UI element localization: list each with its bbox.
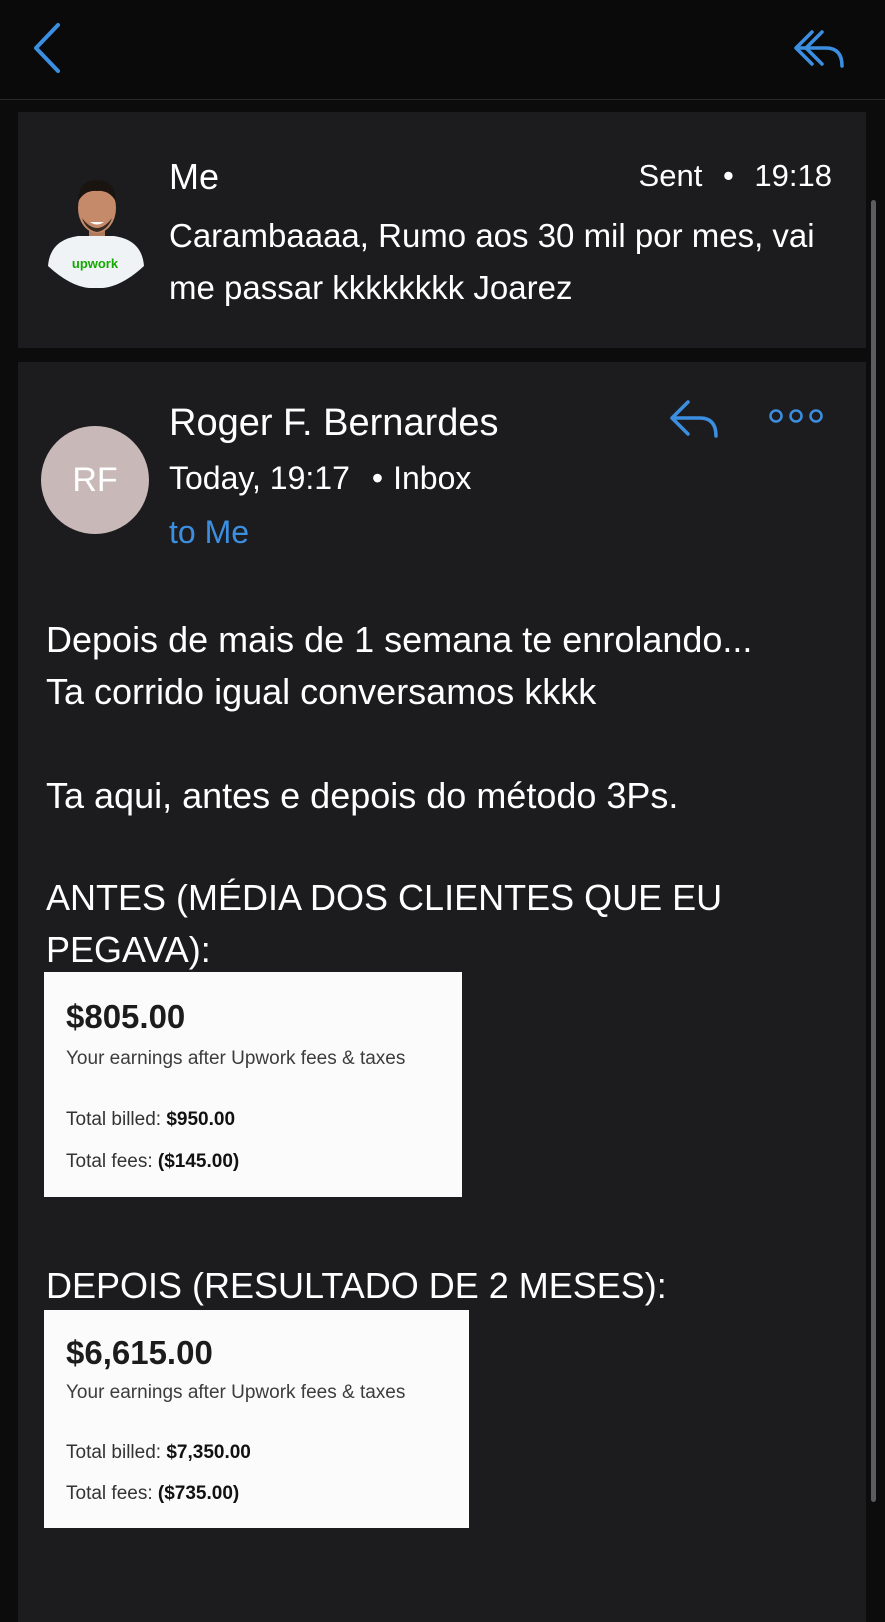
earnings-amount: $6,615.00 [66,1334,213,1371]
fees-label: Total fees: [66,1483,153,1504]
scrollbar[interactable] [871,200,876,1502]
status-label: Sent [638,158,703,193]
folder-label: Inbox [393,460,472,496]
billed-value: $7,350.00 [166,1442,251,1463]
billed-value: $950.00 [166,1109,236,1130]
total-fees: Total fees: ($735.00) [66,1483,239,1505]
message-date: Today, 19:17 • Inbox [169,460,472,496]
recipient-link[interactable]: to Me [169,514,249,551]
billed-label: Total billed: [66,1442,162,1463]
total-fees: Total fees: ($145.00) [66,1151,239,1173]
sender-name: Roger F. Bernardes [169,402,499,444]
received-message-card: RF Roger F. Bernardes Today, 19:17 • Inbox… [18,362,866,1622]
upwork-logo: upwork [72,256,119,271]
message-preview: Carambaaaa, Rumo aos 30 mil por mes, vai… [169,217,815,306]
fees-label: Total fees: [66,1151,153,1172]
body-line: PEGAVA): [46,929,211,970]
earnings-screenshot-before[interactable]: $805.00 Your earnings after Upwork fees … [44,972,462,1197]
reply-icon[interactable] [668,398,720,438]
earnings-subtitle: Your earnings after Upwork fees & taxes [66,1048,406,1069]
date-text: Today, 19:17 [169,460,350,496]
body-line: ANTES (MÉDIA DOS CLIENTES QUE EU [46,877,723,918]
sender-avatar-photo: upwork [48,180,144,288]
fees-value: ($735.00) [157,1483,240,1504]
earnings-screenshot-after[interactable]: $6,615.00 Your earnings after Upwork fee… [44,1310,469,1528]
body-line: Depois de mais de 1 semana te enrolando.… [46,619,753,660]
total-billed: Total billed: $7,350.00 [66,1442,251,1464]
sent-status: Sent • 19:18 [638,158,832,193]
navigation-bar [0,0,885,100]
more-icon[interactable] [766,406,826,426]
earnings-amount: $805.00 [66,998,186,1035]
sender-name: Me [169,156,220,197]
reply-icon[interactable] [792,28,846,70]
fees-value: ($145.00) [157,1151,240,1172]
body-line: Ta aqui, antes e depois do método 3Ps. [46,775,679,816]
body-line: DEPOIS (RESULTADO DE 2 MESES): [46,1265,667,1306]
sent-message-card[interactable]: upwork Me Sent • 19:18 Carambaaaa, Rumo … [18,112,866,348]
sent-time: 19:18 [754,158,832,193]
total-billed: Total billed: $950.00 [66,1109,235,1131]
chevron-left-icon[interactable] [28,20,68,76]
body-line: Ta corrido igual conversamos kkkk [46,671,597,712]
avatar: RF [41,426,149,534]
earnings-subtitle: Your earnings after Upwork fees & taxes [66,1382,406,1403]
billed-label: Total billed: [66,1109,162,1130]
